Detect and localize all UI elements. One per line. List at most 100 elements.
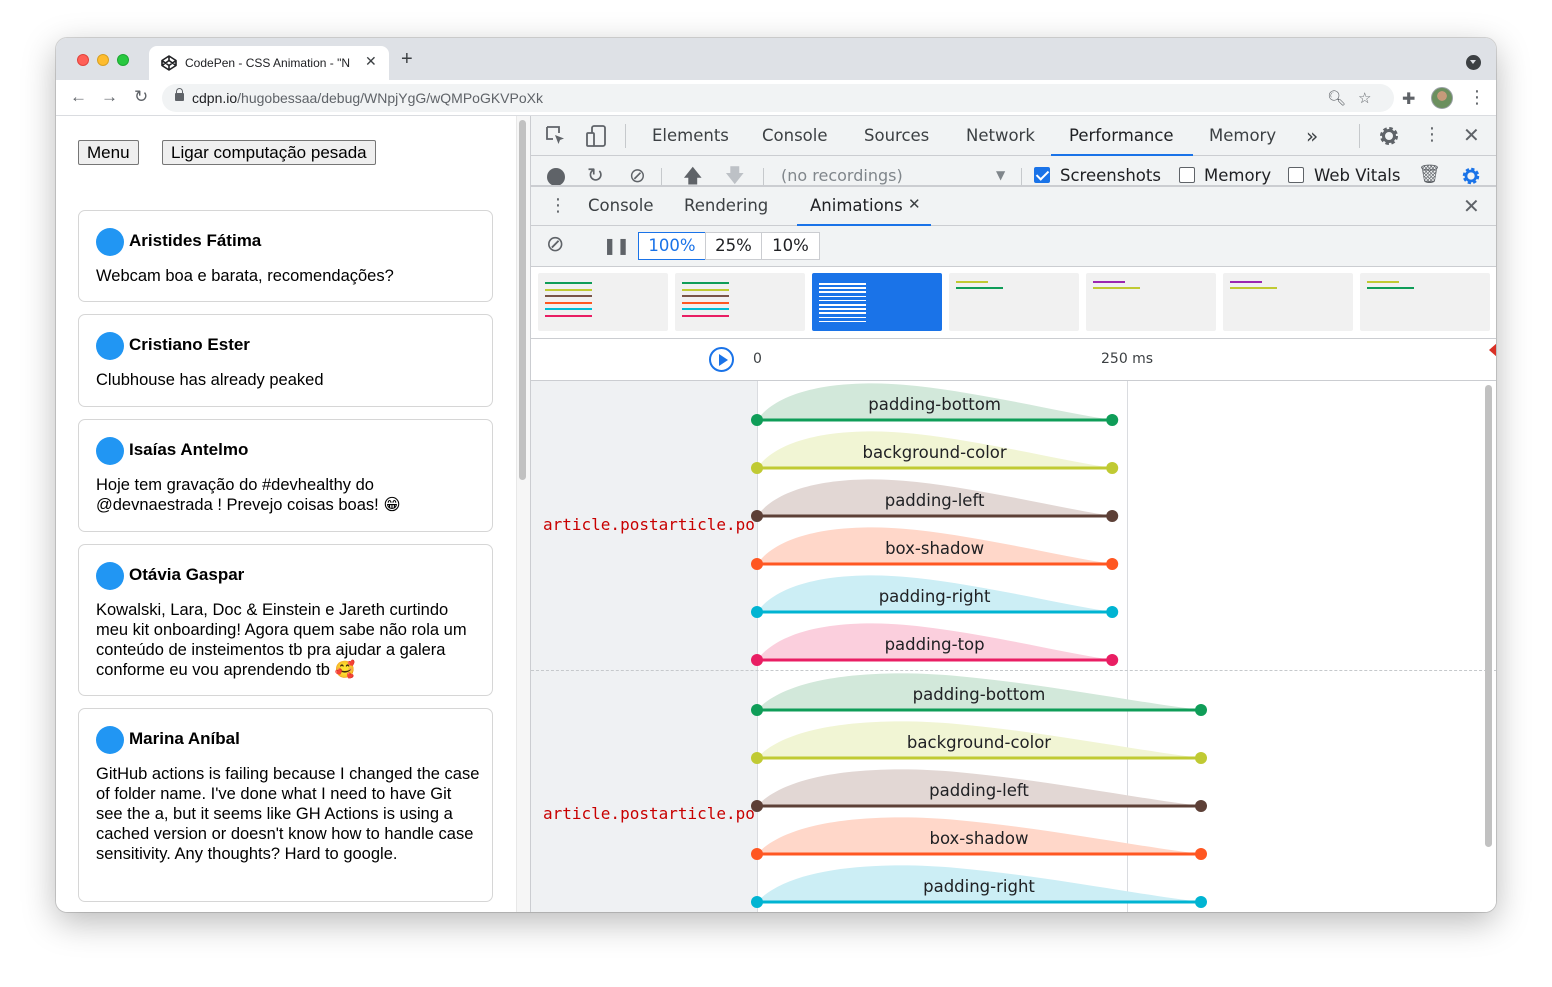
keyframe-end-handle[interactable] [1106,510,1119,522]
recording-select[interactable]: (no recordings) [781,166,903,185]
zoom-icon[interactable]: 🔍︎ [1327,89,1346,107]
keyframe-end-handle[interactable] [1106,558,1119,570]
memory-label: Memory [1204,166,1272,185]
device-toolbar-icon[interactable] [585,124,607,148]
animation-group-line [819,316,866,319]
tab-search-icon[interactable] [1466,55,1481,70]
animation-group-thumbnail[interactable] [1086,273,1216,331]
animation-group-line [1093,287,1140,289]
animation-group-line [819,287,866,289]
address-bar[interactable]: cdpn.io/hugobessaa/debug/WNpjYgG/wQMPoGK… [162,84,1394,112]
animation-group-line [682,295,729,297]
tab-performance[interactable]: Performance [1069,126,1174,145]
post-text: Webcam boa e barata, recomendações? [96,267,394,285]
post-author: Aristides Fátima [129,231,262,250]
drawer-menu-icon[interactable]: ⋮ [549,196,567,216]
tab-close-icon[interactable]: ✕ [365,53,377,70]
keyframe-end-handle[interactable] [1106,606,1119,618]
keyframe-end-handle[interactable] [1195,752,1207,764]
close-window-button[interactable] [77,54,89,66]
tab-network[interactable]: Network [966,126,1035,145]
reload-icon[interactable]: ↻ [134,86,148,108]
keyframe-end-handle[interactable] [1195,848,1207,860]
forward-icon[interactable]: → [101,86,118,108]
keyframe-end-handle[interactable] [1106,414,1119,426]
tab-sources[interactable]: Sources [864,126,929,145]
record-icon[interactable] [547,168,565,185]
close-devtools-icon[interactable]: ✕ [1463,125,1480,145]
minimize-window-button[interactable] [97,54,109,66]
animation-property-name: padding-bottom [913,685,1046,704]
close-drawer-icon[interactable]: ✕ [1463,196,1480,216]
animation-group-thumbnail[interactable] [675,273,805,331]
tab-memory[interactable]: Memory [1209,126,1276,145]
browser-window: CodePen - CSS Animation - "N ✕ + ← → ↻ c… [56,38,1496,912]
extensions-puzzle-icon[interactable]: ✚ [1402,89,1415,109]
speed-10-button[interactable]: 10% [761,232,820,260]
keyframe-start-handle[interactable] [751,896,763,908]
keyframe-start-handle[interactable] [751,414,763,426]
close-animations-tab-icon[interactable]: ✕ [908,195,921,213]
drawer-tab-console[interactable]: Console [588,196,654,215]
drawer-tab-animations[interactable]: Animations [810,196,903,215]
back-icon[interactable]: ← [70,86,87,108]
animation-group-line [682,301,729,304]
animation-group-thumbnail[interactable] [538,273,668,331]
keyframe-start-handle[interactable] [751,800,763,812]
inspect-element-icon[interactable] [545,125,567,147]
keyframe-end-handle[interactable] [1106,654,1119,666]
keyframe-start-handle[interactable] [751,704,763,716]
keyframe-start-handle[interactable] [751,462,763,474]
pause-icon[interactable]: ❚❚ [603,236,630,256]
keyframe-start-handle[interactable] [751,654,763,666]
bookmark-star-icon[interactable]: ☆ [1358,89,1371,107]
lock-icon [175,88,184,101]
download-icon[interactable]: 🡇 [725,166,745,185]
speed-25-button[interactable]: 25% [705,232,762,260]
tab-console[interactable]: Console [762,126,828,145]
keyframe-end-handle[interactable] [1106,462,1119,474]
profile-avatar[interactable] [1431,87,1453,109]
more-tabs-icon[interactable]: » [1306,124,1318,148]
animation-group-thumbnail[interactable] [812,273,942,331]
keyframe-start-handle[interactable] [751,558,763,570]
animation-group-thumbnail[interactable] [949,273,1079,331]
memory-checkbox[interactable] [1179,167,1195,183]
upload-icon[interactable]: 🡅 [683,166,703,185]
browser-menu-icon[interactable]: ⋮ [1468,87,1486,108]
keyframe-start-handle[interactable] [751,848,763,860]
menu-button[interactable]: Menu [78,140,139,165]
browser-tab[interactable]: CodePen - CSS Animation - "N ✕ [149,46,389,80]
keyframe-end-handle[interactable] [1195,800,1207,812]
drawer-tab-rendering[interactable]: Rendering [684,196,768,215]
maximize-window-button[interactable] [117,54,129,66]
devtools-menu-icon[interactable]: ⋮ [1423,125,1441,145]
speed-100-button[interactable]: 100% [638,232,706,260]
animation-group-thumbnail[interactable] [1223,273,1353,331]
chevron-down-icon[interactable]: ▼ [996,168,1005,182]
timeline-scrollbar-thumb[interactable] [1485,385,1492,847]
timeline-end-marker[interactable] [1489,343,1496,357]
keyframe-start-handle[interactable] [751,752,763,764]
animation-group-thumbnail[interactable] [1360,273,1490,331]
clear-icon[interactable]: ⊘ [629,165,646,185]
keyframe-start-handle[interactable] [751,606,763,618]
tab-elements[interactable]: Elements [652,126,729,145]
reload-profile-icon[interactable]: ↻ [587,165,604,185]
web-vitals-checkbox[interactable] [1288,167,1304,183]
new-tab-icon[interactable]: + [401,49,413,69]
keyframe-end-handle[interactable] [1195,704,1207,716]
clear-animations-icon[interactable]: ⊘ [546,234,564,256]
heavy-computation-button[interactable]: Ligar computação pesada [162,140,376,165]
keyframe-end-handle[interactable] [1195,896,1207,908]
settings-gear-icon[interactable] [1377,124,1401,148]
screenshots-checkbox[interactable] [1034,167,1050,183]
page-scrollbar-thumb[interactable] [519,120,526,480]
capture-settings-gear-icon[interactable] [1460,165,1482,186]
browser-content: Menu Ligar computação pesada Aristides F… [56,116,1496,912]
keyframe-start-handle[interactable] [751,510,763,522]
replay-icon[interactable] [709,347,734,372]
trash-icon[interactable]: 🗑︎ [1418,165,1441,185]
animation-property-name: padding-right [879,587,991,606]
animation-group-line [682,314,729,317]
